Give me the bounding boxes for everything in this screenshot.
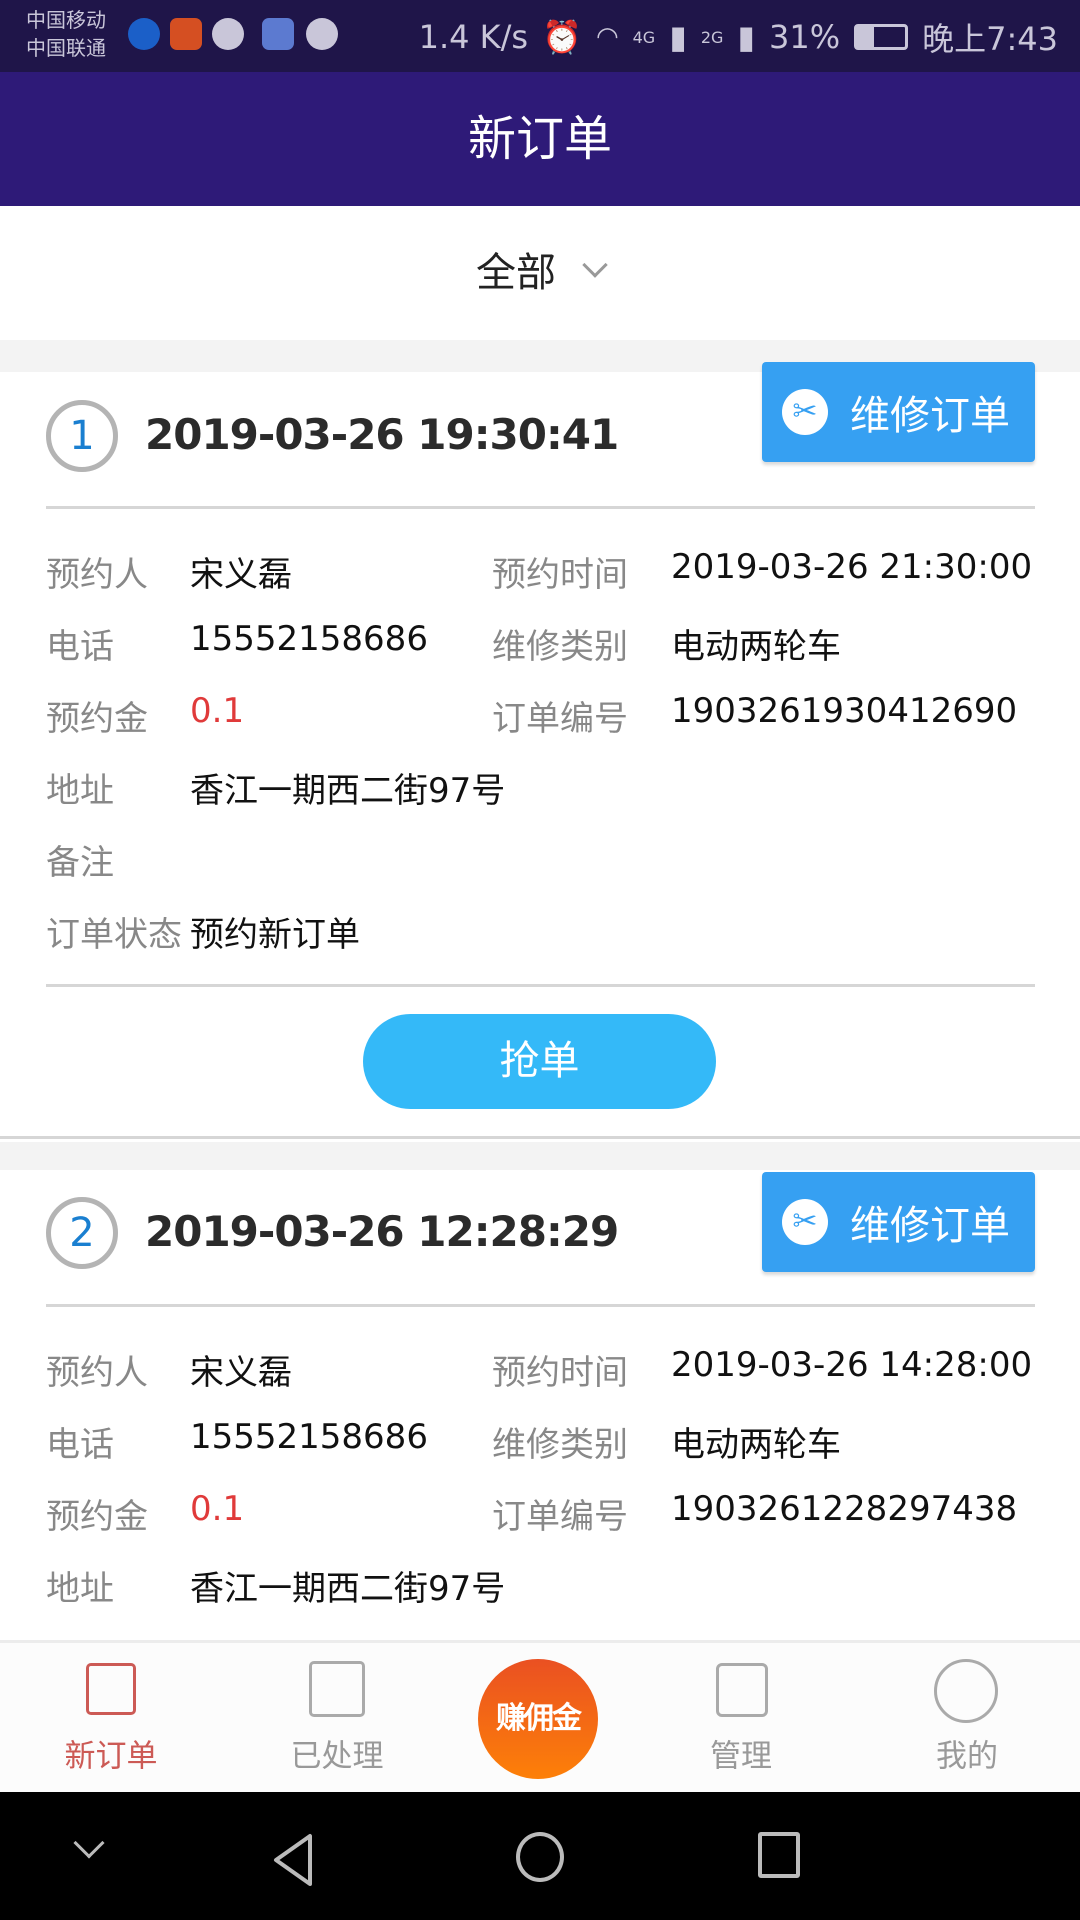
order-index: 1 xyxy=(46,400,118,472)
wrench-icon: ✂ xyxy=(782,389,828,435)
address-value: 香江一期西二街97号 xyxy=(190,771,506,811)
divider xyxy=(46,506,1035,509)
order-created-time: 2019-03-26 19:30:41 xyxy=(145,410,619,459)
battery-icon xyxy=(854,24,909,50)
page-title: 新订单 xyxy=(0,72,1080,206)
tab-label: 我的 xyxy=(936,1738,998,1775)
back-icon[interactable] xyxy=(270,1832,320,1888)
phone-value[interactable]: 15552158686 xyxy=(190,619,428,659)
label-repair-type: 维修类别 xyxy=(492,627,628,667)
wechat-icon xyxy=(306,18,338,50)
label-booker: 预约人 xyxy=(46,1353,148,1393)
label-remark: 备注 xyxy=(46,843,114,883)
label-order-no: 订单编号 xyxy=(492,699,628,739)
label-book-time: 预约时间 xyxy=(492,555,628,595)
message-icon xyxy=(212,18,244,50)
order-type-badge: ✂ 维修订单 xyxy=(762,362,1035,462)
carrier-info: 中国移动 中国联通 xyxy=(26,6,106,62)
grid-icon xyxy=(716,1663,768,1717)
label-address: 地址 xyxy=(46,771,114,811)
order-type-badge: ✂ 维修订单 xyxy=(762,1172,1035,1272)
tab-manage[interactable]: 管理 xyxy=(666,1643,816,1795)
repair-type-value: 电动两轮车 xyxy=(671,627,841,667)
network-speed: 1.4 K/s xyxy=(418,18,529,56)
wifi-icon: ◠ xyxy=(595,22,619,52)
divider xyxy=(46,1304,1035,1307)
label-phone: 电话 xyxy=(46,1425,114,1465)
label-repair-type: 维修类别 xyxy=(492,1425,628,1465)
divider xyxy=(46,984,1035,987)
tab-processed[interactable]: 已处理 xyxy=(262,1643,412,1795)
wrench-icon: ✂ xyxy=(782,1199,828,1245)
home-icon[interactable] xyxy=(516,1832,564,1882)
signal-4g: 4G xyxy=(632,27,656,47)
label-deposit: 预约金 xyxy=(46,1497,148,1537)
tab-label: 新订单 xyxy=(64,1738,158,1775)
list-icon xyxy=(86,1663,136,1715)
status-bar: 中国移动中国联通 1.4 K/s ⏰ ◠ 4G ▮ 2G ▮ 31% 晚上7:43 xyxy=(0,0,1080,72)
collapse-icon[interactable] xyxy=(73,1827,105,1859)
user-icon xyxy=(934,1659,998,1723)
book-time-value: 2019-03-26 14:28:00 xyxy=(671,1345,1033,1385)
carrier-2: 中国联通 xyxy=(26,36,106,60)
deposit-value: 0.1 xyxy=(190,691,245,731)
book-time-value: 2019-03-26 21:30:00 xyxy=(671,547,1033,587)
order-no-value: 1903261228297438 xyxy=(671,1489,1018,1529)
signal-icon: ▮ xyxy=(737,18,755,56)
filter-value: 全部 xyxy=(476,250,556,296)
system-nav-bar xyxy=(0,1792,1080,1920)
address-value: 香江一期西二街97号 xyxy=(190,1569,506,1609)
chevron-down-icon xyxy=(582,252,608,278)
phone-value[interactable]: 15552158686 xyxy=(190,1417,428,1457)
app-notification-icon xyxy=(128,18,160,50)
recents-icon[interactable] xyxy=(758,1832,800,1878)
earn-commission-button[interactable]: 赚佣金 xyxy=(478,1659,598,1779)
order-index: 2 xyxy=(46,1197,118,1269)
bottom-tab-bar: 新订单 已处理 赚佣金 管理 我的 xyxy=(0,1640,1080,1792)
clock: 晚上7:43 xyxy=(922,20,1058,58)
battery-percent: 31% xyxy=(769,18,841,56)
label-remark: 备注 xyxy=(46,1633,114,1640)
badge-label: 维修订单 xyxy=(850,393,1010,439)
repair-type-value: 电动两轮车 xyxy=(671,1425,841,1465)
filter-dropdown[interactable]: 全部 xyxy=(0,206,1080,340)
booker-value: 宋义磊 xyxy=(190,1353,292,1393)
label-phone: 电话 xyxy=(46,627,114,667)
label-address: 地址 xyxy=(46,1569,114,1609)
label-deposit: 预约金 xyxy=(46,699,148,739)
booker-value: 宋义磊 xyxy=(190,555,292,595)
tab-profile[interactable]: 我的 xyxy=(892,1643,1042,1795)
grab-order-button[interactable]: 抢单 xyxy=(363,1014,716,1109)
badge-label: 维修订单 xyxy=(850,1203,1010,1249)
order-no-value: 1903261930412690 xyxy=(671,691,1018,731)
label-status: 订单状态 xyxy=(46,915,182,955)
deposit-value: 0.1 xyxy=(190,1489,245,1529)
order-card: 2 2019-03-26 12:28:29 ✂ 维修订单 预约人 宋义磊 预约时间… xyxy=(0,1170,1080,1640)
order-card: 1 2019-03-26 19:30:41 ✂ 维修订单 预约人 宋义磊 预约时间… xyxy=(0,362,1080,1139)
envelope-check-icon xyxy=(309,1661,365,1717)
label-booker: 预约人 xyxy=(46,555,148,595)
carrier-1: 中国移动 xyxy=(26,8,106,32)
tab-label: 管理 xyxy=(710,1738,772,1775)
video-app-icon xyxy=(170,18,202,50)
alarm-icon: ⏰ xyxy=(542,18,582,56)
label-book-time: 预约时间 xyxy=(492,1353,628,1393)
status-value: 预约新订单 xyxy=(190,915,360,955)
signal-2g: 2G xyxy=(700,27,724,47)
signal-icon: ▮ xyxy=(669,18,687,56)
label-order-no: 订单编号 xyxy=(492,1497,628,1537)
tab-new-orders[interactable]: 新订单 xyxy=(36,1643,186,1795)
tab-label: 已处理 xyxy=(290,1738,384,1775)
music-icon xyxy=(262,18,294,50)
divider xyxy=(0,1142,1080,1170)
order-created-time: 2019-03-26 12:28:29 xyxy=(145,1207,619,1256)
